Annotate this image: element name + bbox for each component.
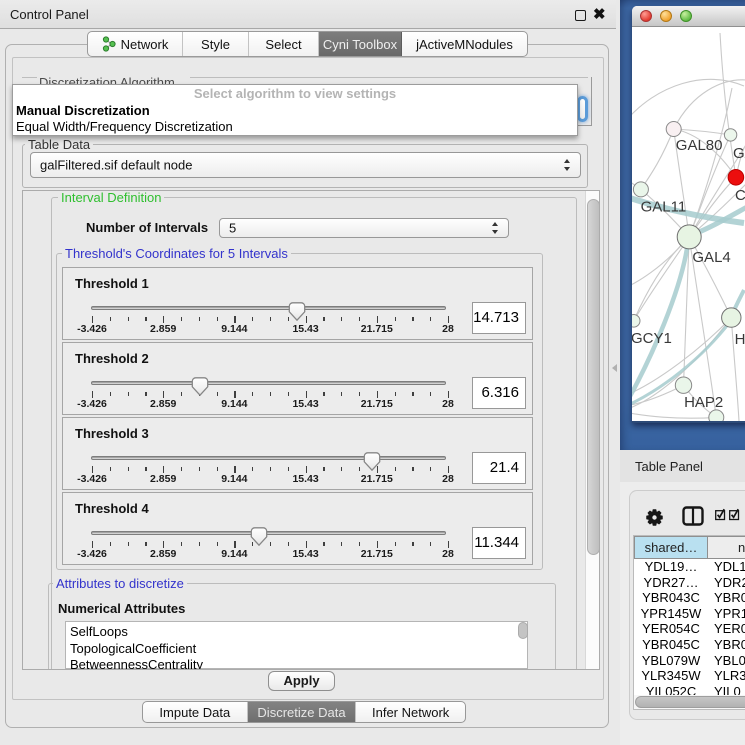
svg-text:GAL4: GAL4 xyxy=(692,249,730,266)
svg-text:GAL80: GAL80 xyxy=(676,137,723,154)
svg-text:GAL11: GAL11 xyxy=(641,199,687,216)
svg-text:GA: GA xyxy=(733,145,745,162)
svg-text:GCY1: GCY1 xyxy=(632,330,672,347)
svg-text:H: H xyxy=(735,331,745,348)
svg-text:CA: CA xyxy=(735,187,745,204)
svg-text:HAP2: HAP2 xyxy=(684,394,723,411)
